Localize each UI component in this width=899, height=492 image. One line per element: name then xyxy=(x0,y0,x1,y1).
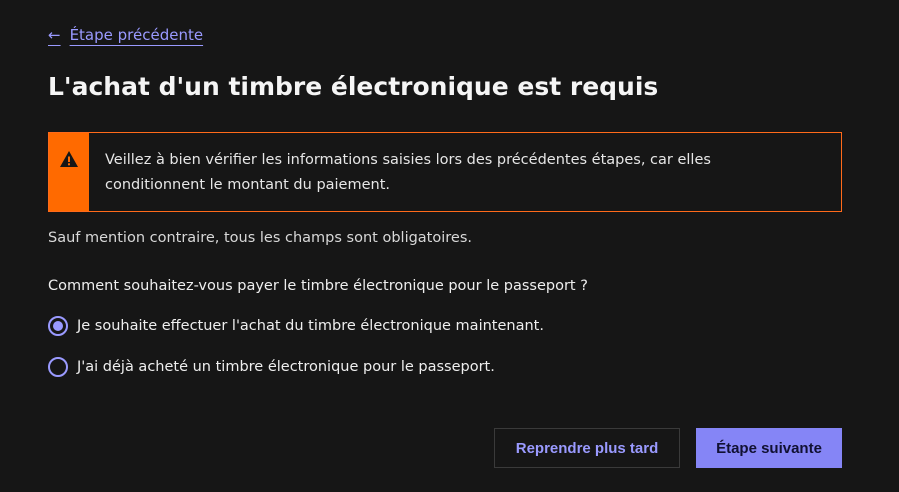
radio-option-buy-now[interactable]: Je souhaite effectuer l'achat du timbre … xyxy=(48,316,544,336)
radio-button[interactable] xyxy=(48,357,68,377)
radio-label: J'ai déjà acheté un timbre électronique … xyxy=(77,359,495,375)
resume-later-button[interactable]: Reprendre plus tard xyxy=(494,428,680,468)
previous-step-link[interactable]: ← Étape précédente xyxy=(48,26,203,44)
next-step-button[interactable]: Étape suivante xyxy=(696,428,842,468)
required-fields-hint: Sauf mention contraire, tous les champs … xyxy=(48,230,472,246)
alert-message-line: conditionnent le montant du paiement. xyxy=(105,177,391,193)
radio-button[interactable] xyxy=(48,316,68,336)
alert-message: Veillez à bien vérifier les informations… xyxy=(89,133,727,211)
alert-icon-column xyxy=(49,133,89,211)
radio-option-already-bought[interactable]: J'ai déjà acheté un timbre électronique … xyxy=(48,357,495,377)
warning-icon xyxy=(60,151,78,167)
alert-message-line: Veillez à bien vérifier les informations… xyxy=(105,152,711,168)
warning-alert: Veillez à bien vérifier les informations… xyxy=(48,132,842,212)
arrow-left-icon: ← xyxy=(48,26,61,44)
radio-label: Je souhaite effectuer l'achat du timbre … xyxy=(77,318,544,334)
page-title: L'achat d'un timbre électronique est req… xyxy=(48,72,659,101)
payment-question: Comment souhaitez-vous payer le timbre é… xyxy=(48,278,588,294)
radio-selected-dot xyxy=(53,321,63,331)
previous-step-label: Étape précédente xyxy=(69,26,204,44)
